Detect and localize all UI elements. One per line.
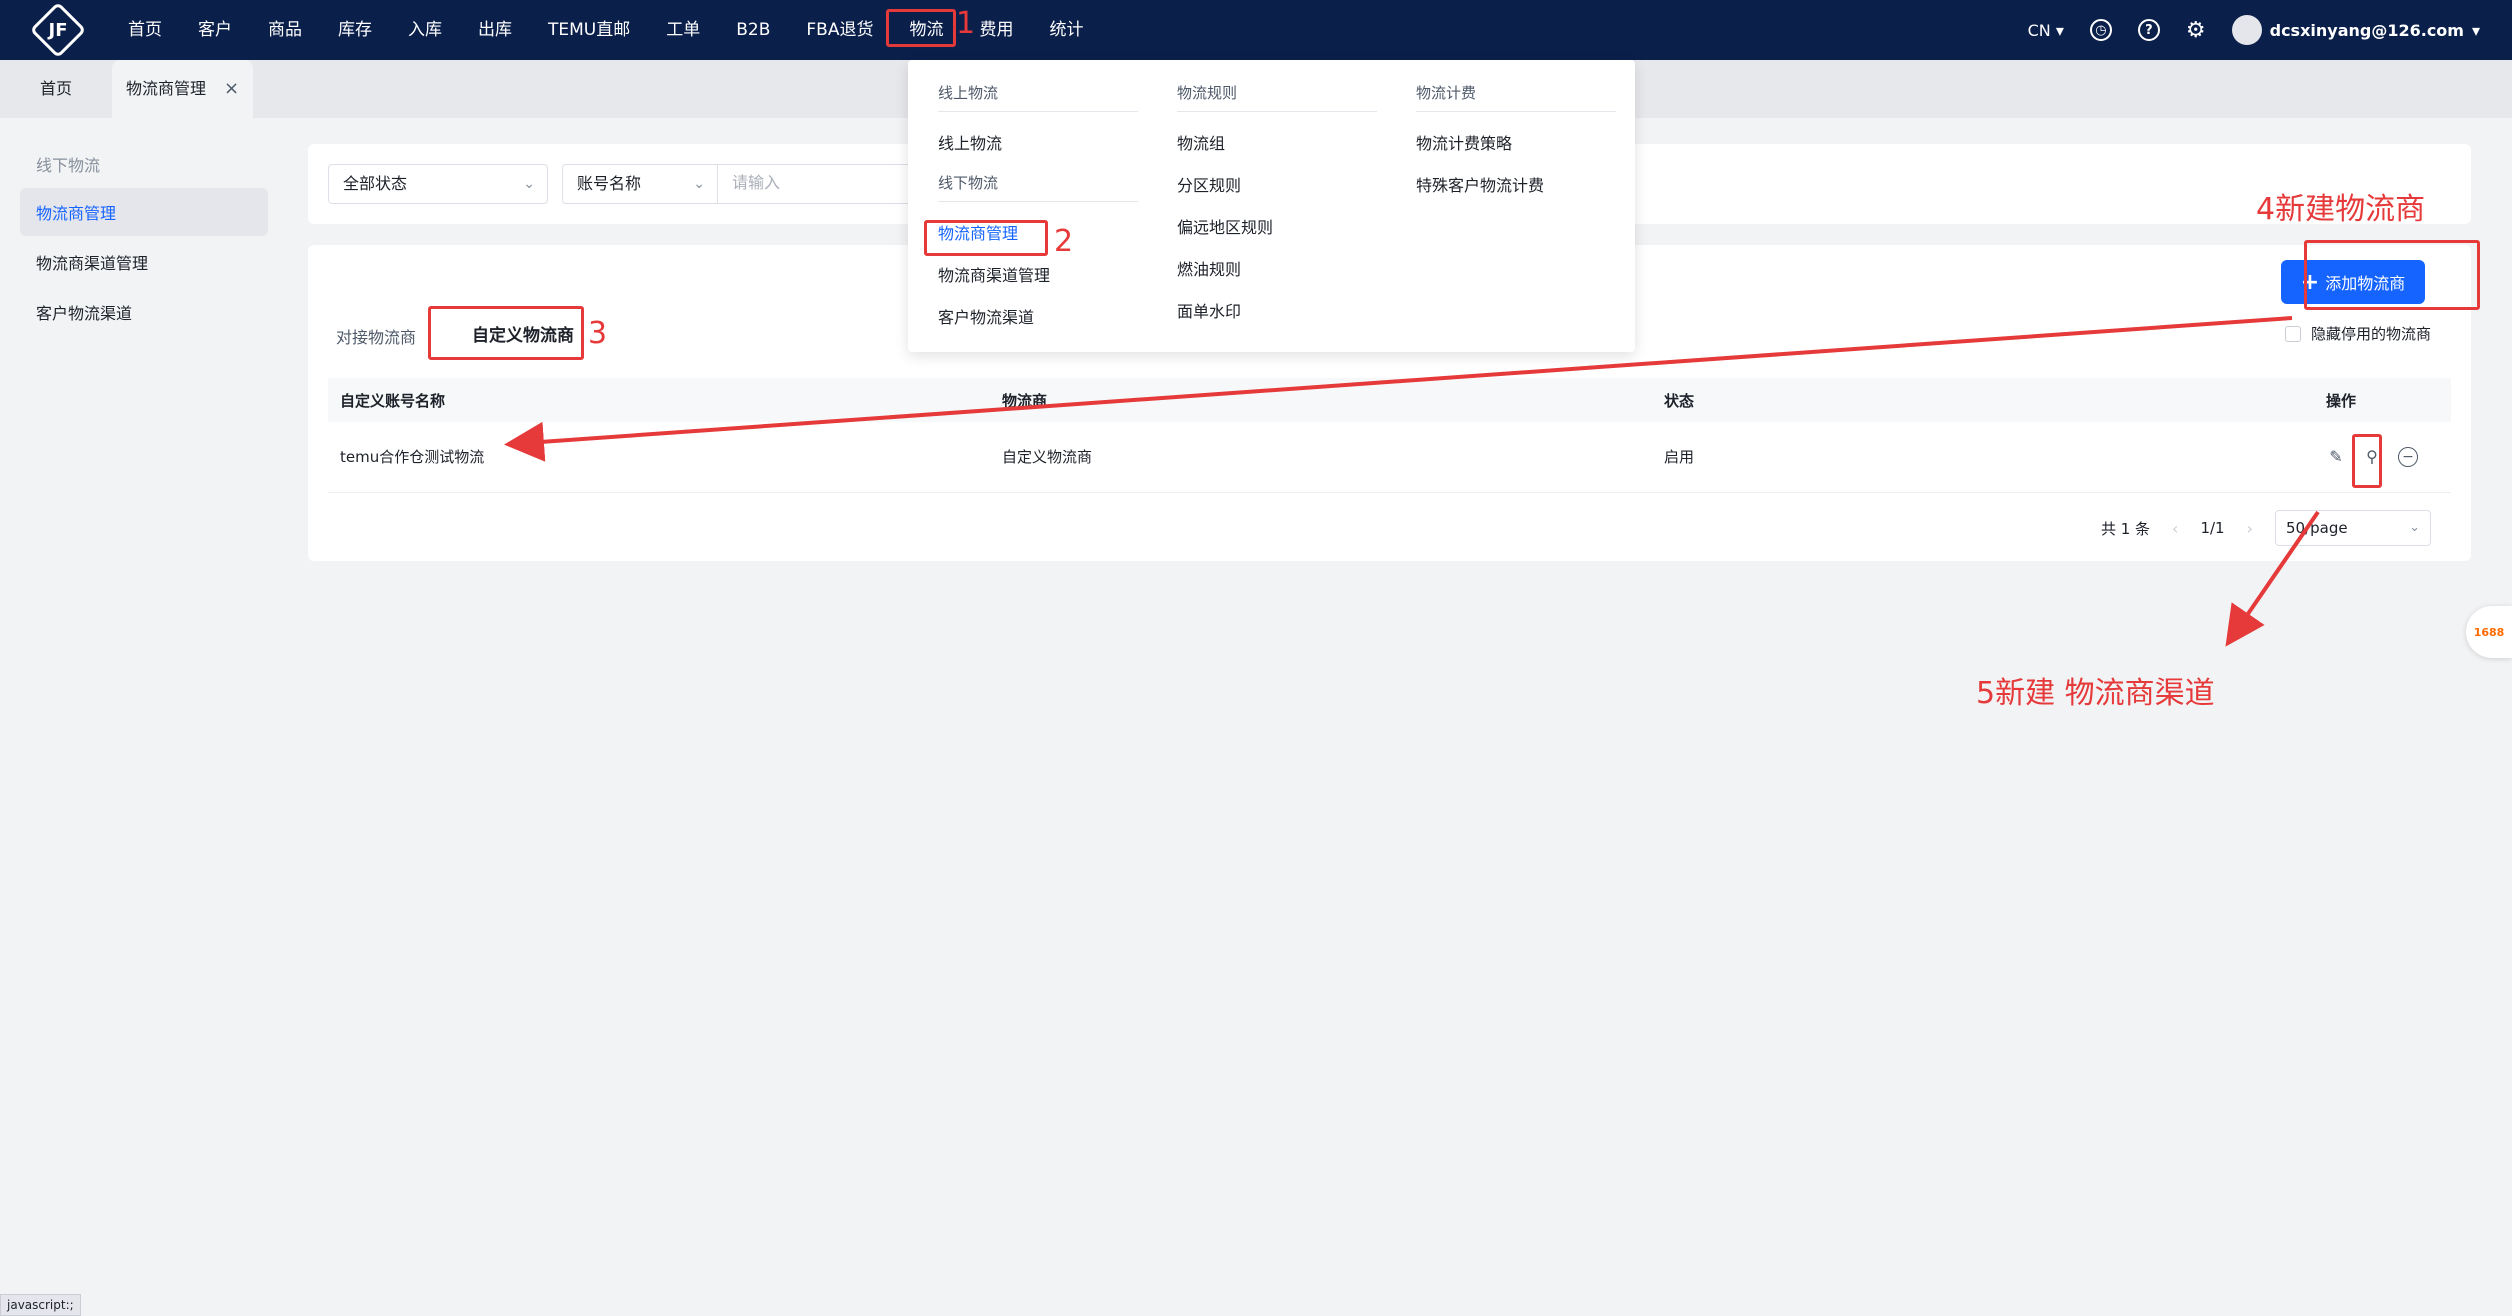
tab-home[interactable]: 首页: [0, 60, 112, 118]
nav-outbound[interactable]: 出库: [460, 0, 530, 60]
edit-icon[interactable]: ✎: [2326, 447, 2346, 467]
nav-product[interactable]: 商品: [250, 0, 320, 60]
annotation-5: 5新建 物流商渠道: [1976, 676, 2215, 711]
nav-temu[interactable]: TEMU直邮: [530, 0, 648, 60]
menu-item-fuel-rules[interactable]: 燃油规则: [1177, 256, 1377, 280]
page-indicator: 1/1: [2200, 519, 2225, 537]
account-type-select[interactable]: 账号名称 ⌄: [562, 164, 718, 204]
carrier-table: 自定义账号名称 物流商 状态 操作 temu合作仓测试物流 自定义物流商 启用 …: [328, 378, 2451, 493]
top-navbar: JF 首页 客户 商品 库存 入库 出库 TEMU直邮 工单 B2B FBA退货…: [0, 0, 2512, 60]
column-header: 物流商: [990, 378, 1652, 422]
annotation-2: 2: [1054, 224, 1074, 259]
nav-fba-return[interactable]: FBA退货: [788, 0, 891, 60]
avatar: [2231, 15, 2262, 45]
menu-item-carrier-channel[interactable]: 物流商渠道管理: [938, 262, 1138, 286]
menu-column-billing: 物流计费 物流计费策略 特殊客户物流计费: [1416, 82, 1616, 214]
sidebar-item-carrier-channel[interactable]: 物流商渠道管理: [20, 238, 268, 286]
menu-item-label-watermark[interactable]: 面单水印: [1177, 298, 1377, 322]
tab-carrier-management[interactable]: 物流商管理 ×: [112, 60, 254, 118]
search-input[interactable]: [718, 164, 918, 204]
total-count: 共 1 条: [2100, 519, 2151, 538]
pagination: 共 1 条 ‹ 1/1 › 50/page ⌄: [2101, 510, 2431, 546]
annotation-4: 4新建物流商: [2256, 192, 2426, 227]
annotation-box-5: [2352, 434, 2382, 488]
disable-icon[interactable]: −: [2398, 446, 2418, 467]
menu-item-remote-rules[interactable]: 偏远地区规则: [1177, 214, 1377, 238]
menu-heading: 物流计费: [1416, 82, 1616, 112]
column-header: 状态: [1652, 378, 2314, 422]
nav-ticket[interactable]: 工单: [648, 0, 718, 60]
user-email: dcsxinyang@126.com: [2269, 20, 2464, 40]
language-label: CN: [2027, 20, 2051, 40]
sidebar-item-carrier-management[interactable]: 物流商管理: [20, 188, 268, 236]
menu-item-customer-channel[interactable]: 客户物流渠道: [938, 304, 1138, 328]
column-header: 自定义账号名称: [328, 378, 990, 422]
nav-inbound[interactable]: 入库: [390, 0, 460, 60]
menu-column-rules: 物流规则 物流组 分区规则 偏远地区规则 燃油规则 面单水印: [1177, 82, 1377, 340]
gear-icon[interactable]: ⚙: [2186, 18, 2206, 43]
annotation-3: 3: [588, 316, 608, 351]
menu-item-zone-rules[interactable]: 分区规则: [1177, 172, 1377, 196]
chevron-down-icon: ⌄: [523, 176, 535, 192]
language-switch[interactable]: CN ▾: [2028, 21, 2064, 40]
chevron-down-icon: ⌄: [693, 176, 705, 192]
tab-integrated-carrier[interactable]: 对接物流商: [328, 318, 424, 354]
sidebar-item-customer-channel[interactable]: 客户物流渠道: [20, 288, 268, 336]
status-select-value: 全部状态: [343, 174, 408, 193]
cell-carrier: 自定义物流商: [990, 422, 1652, 493]
close-icon[interactable]: ×: [224, 60, 239, 118]
menu-heading: 线下物流: [938, 172, 1138, 202]
status-select[interactable]: 全部状态 ⌄: [328, 164, 548, 204]
annotation-box-2: [924, 220, 1048, 256]
chevron-down-icon: ▾: [2471, 20, 2480, 40]
page-size-value: 50/page: [2286, 519, 2348, 537]
logistics-dropdown-menu: 线上物流 线上物流 线下物流 物流商管理 物流商渠道管理 客户物流渠道 物流规则…: [908, 60, 1635, 352]
annotation-1: 1: [956, 6, 976, 41]
menu-column-online-offline: 线上物流 线上物流 线下物流 物流商管理 物流商渠道管理 客户物流渠道: [938, 82, 1138, 346]
cell-actions: ✎ ⚲ −: [2314, 422, 2451, 493]
annotation-box-4: [2304, 240, 2480, 310]
menu-item-online-logistics[interactable]: 线上物流: [938, 130, 1138, 154]
menu-item-special-billing[interactable]: 特殊客户物流计费: [1416, 172, 1616, 196]
sidebar-group-offline: 线下物流: [36, 156, 101, 175]
nav-stats[interactable]: 统计: [1031, 0, 1101, 60]
chevron-down-icon: ▾: [2055, 20, 2064, 40]
top-right-tools: CN ▾ ◷ ? ⚙ dcsxinyang@126.com ▾: [2028, 0, 2480, 60]
menu-heading: 物流规则: [1177, 82, 1377, 112]
menu-item-logistics-group[interactable]: 物流组: [1177, 130, 1377, 154]
user-menu[interactable]: dcsxinyang@126.com ▾: [2231, 15, 2480, 45]
nav-inventory[interactable]: 库存: [320, 0, 390, 60]
table-row: temu合作仓测试物流 自定义物流商 启用 ✎ ⚲ −: [328, 422, 2451, 493]
hide-disabled-checkbox[interactable]: [2284, 325, 2301, 342]
history-icon[interactable]: ◷: [2089, 19, 2112, 41]
nav-home[interactable]: 首页: [110, 0, 180, 60]
status-bar-tip: javascript:;: [0, 1294, 81, 1316]
hide-disabled-toggle[interactable]: 隐藏停用的物流商: [2284, 323, 2431, 344]
annotation-box-1: [886, 9, 956, 47]
cell-status: 启用: [1652, 422, 2314, 493]
nav-b2b[interactable]: B2B: [718, 0, 788, 60]
column-header: 操作: [2314, 378, 2451, 422]
tab-label: 物流商管理: [126, 79, 207, 98]
app-logo[interactable]: JF: [29, 1, 87, 59]
account-select-value: 账号名称: [577, 174, 642, 193]
cell-account-name: temu合作仓测试物流: [328, 422, 990, 493]
float-widget[interactable]: 1688: [2466, 606, 2512, 658]
menu-item-billing-strategy[interactable]: 物流计费策略: [1416, 130, 1616, 154]
chevron-down-icon: ⌄: [2409, 520, 2420, 535]
page-size-select[interactable]: 50/page ⌄: [2275, 510, 2431, 546]
nav-customer[interactable]: 客户: [180, 0, 250, 60]
chevron-left-icon[interactable]: ‹: [2172, 519, 2178, 538]
annotation-box-3: [428, 306, 584, 360]
menu-heading: 线上物流: [938, 82, 1138, 112]
chevron-right-icon[interactable]: ›: [2247, 519, 2253, 538]
hide-disabled-label: 隐藏停用的物流商: [2310, 325, 2431, 343]
logo-text: JF: [48, 19, 68, 41]
help-icon[interactable]: ?: [2137, 19, 2160, 41]
sidebar: 线下物流 物流商管理 物流商渠道管理 客户物流渠道: [20, 140, 268, 338]
